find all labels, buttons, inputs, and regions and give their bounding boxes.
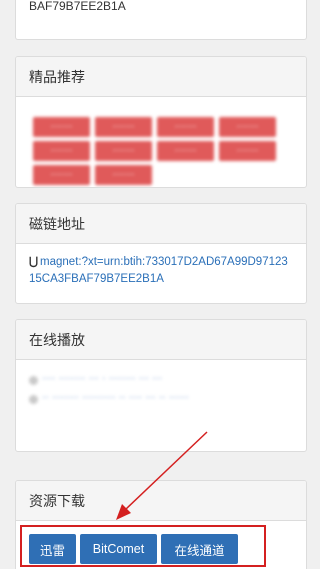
magnet-title: 磁链地址: [16, 204, 306, 244]
online-channel-button[interactable]: 在线通道: [161, 534, 238, 564]
magnet-icon: ⋃: [29, 256, 39, 268]
download-panel: 资源下载 迅雷 BitComet 在线通道: [15, 480, 307, 569]
thunder-download-button[interactable]: 迅雷: [29, 534, 76, 564]
recommend-panel: 精品推荐 ······· ······· ······· ······· ···…: [15, 56, 307, 188]
recommend-item[interactable]: ·······: [157, 117, 214, 137]
play-link-item[interactable]: ·· ········ ·········· ·· ···· ··· ·· ··…: [29, 391, 293, 406]
download-title: 资源下载: [16, 481, 306, 521]
play-link-item[interactable]: ···· ········ ··· · ········ ··· ···: [29, 372, 293, 387]
recommend-list: ······· ······· ······· ······· ······· …: [16, 97, 306, 185]
recommend-item[interactable]: ·······: [95, 117, 152, 137]
recommend-item[interactable]: ·······: [33, 117, 90, 137]
download-buttons: 迅雷 BitComet 在线通道: [29, 534, 293, 564]
recommend-item[interactable]: ·······: [157, 141, 214, 161]
recommend-item[interactable]: ·······: [33, 165, 90, 185]
play-link-text[interactable]: ···· ········ ··· · ········ ··· ···: [42, 372, 162, 387]
play-icon: [29, 376, 38, 385]
recommend-item[interactable]: ·······: [219, 141, 276, 161]
play-link-text[interactable]: ·· ········ ·········· ·· ···· ··· ·· ··…: [42, 391, 189, 406]
hash-continuation-panel: BAF79B7EE2B1A: [15, 0, 307, 40]
recommend-item[interactable]: ·······: [33, 141, 90, 161]
recommend-item[interactable]: ·······: [219, 117, 276, 137]
recommend-item[interactable]: ·······: [95, 141, 152, 161]
hash-tail-text: BAF79B7EE2B1A: [29, 0, 126, 13]
magnet-panel: 磁链地址 ⋃ magnet:?xt=urn:btih:733017D2AD67A9…: [15, 203, 307, 304]
recommend-title: 精品推荐: [16, 57, 306, 97]
online-play-title: 在线播放: [16, 320, 306, 360]
online-play-panel: 在线播放 ···· ········ ··· · ········ ··· ··…: [15, 319, 307, 452]
bitcomet-download-button[interactable]: BitComet: [80, 534, 157, 564]
recommend-item[interactable]: ·······: [95, 165, 152, 185]
play-icon: [29, 395, 38, 404]
magnet-link[interactable]: magnet:?xt=urn:btih:733017D2AD67A99D9712…: [29, 256, 288, 285]
